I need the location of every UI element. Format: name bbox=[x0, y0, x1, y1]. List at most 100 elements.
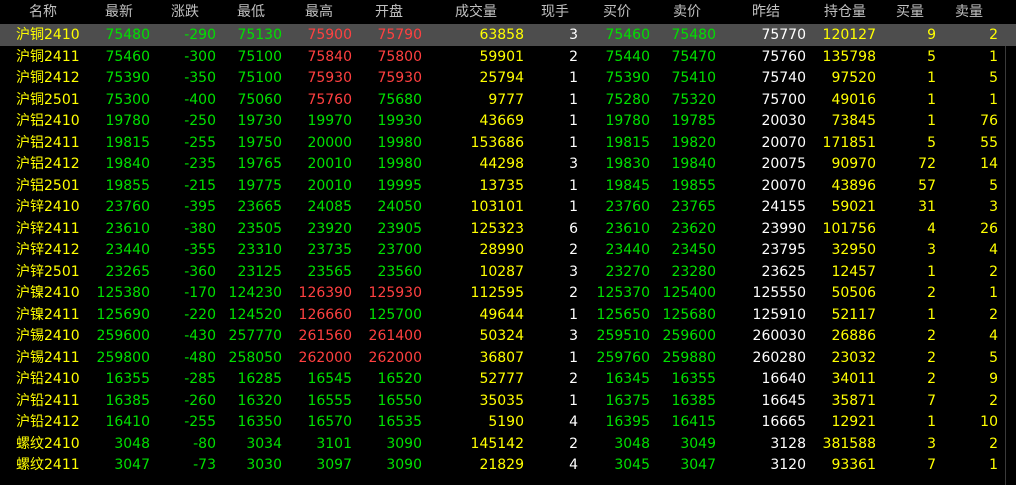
quote-row[interactable]: 沪锡2411 259800 -480 258050 262000 262000 36807 1… bbox=[0, 347, 1016, 369]
cell-prev-settle: 75700 bbox=[761, 91, 806, 108]
cell-last-qty: 2 bbox=[569, 242, 578, 258]
cell-bid-qty: 31 bbox=[918, 199, 936, 215]
col-header-name[interactable]: 名称 bbox=[0, 0, 86, 24]
col-header-ask[interactable]: 卖价 bbox=[652, 0, 722, 24]
quote-row[interactable]: 沪镍2411 125690 -220 124520 126660 125700 49644 1… bbox=[0, 304, 1016, 326]
cell-bid: 23440 bbox=[605, 242, 650, 258]
cell-open-interest: 73845 bbox=[831, 113, 876, 129]
quote-row[interactable]: 沪铅2412 16410 -255 16350 16570 16535 5190 4 16395… bbox=[0, 411, 1016, 433]
cell-prev-settle: 125550 bbox=[752, 285, 806, 301]
cell-low: 23310 bbox=[237, 242, 282, 258]
cell-volume: 9777 bbox=[488, 91, 524, 108]
col-header-volume[interactable]: 成交量 bbox=[424, 0, 528, 24]
quote-row[interactable]: 沪铜2411 75460 -300 75100 75840 75800 59901 2 7544… bbox=[0, 46, 1016, 68]
col-header-last-qty[interactable]: 现手 bbox=[528, 0, 582, 24]
cell-volume: 21829 bbox=[479, 457, 524, 473]
cell-last-qty: 4 bbox=[569, 414, 578, 430]
cell-last: 19780 bbox=[105, 113, 150, 129]
cell-bid-qty: 7 bbox=[927, 392, 936, 409]
quote-row[interactable]: 沪铜2410 75480 -290 75130 75900 75790 63858 3 7546… bbox=[0, 24, 1016, 46]
cell-prev-settle: 23795 bbox=[761, 242, 806, 258]
quote-row[interactable]: 沪锌2410 23760 -395 23665 24085 24050 103101 1 237… bbox=[0, 196, 1016, 218]
col-header-ask-qty[interactable]: 卖量 bbox=[940, 0, 998, 24]
cell-high: 262000 bbox=[298, 349, 352, 366]
cell-last: 259800 bbox=[96, 349, 150, 366]
cell-high: 75930 bbox=[307, 70, 352, 86]
cell-change: -235 bbox=[184, 156, 216, 172]
cell-low: 75100 bbox=[237, 48, 282, 65]
cell-open: 75930 bbox=[377, 70, 422, 86]
quote-row[interactable]: 沪镍2410 125380 -170 124230 126390 125930 112595… bbox=[0, 282, 1016, 304]
col-header-prev-settle[interactable]: 昨结 bbox=[722, 0, 810, 24]
cell-prev-settle: 260030 bbox=[752, 328, 806, 344]
cell-change: -360 bbox=[184, 263, 216, 280]
col-header-bid[interactable]: 买价 bbox=[582, 0, 652, 24]
cell-last-qty: 2 bbox=[569, 285, 578, 301]
col-header-bid-qty[interactable]: 买量 bbox=[880, 0, 940, 24]
quote-row[interactable]: 沪锌2501 23265 -360 23125 23565 23560 10287 3 2327… bbox=[0, 261, 1016, 283]
cell-ask: 16355 bbox=[671, 371, 716, 387]
cell-open: 24050 bbox=[377, 199, 422, 215]
cell-last-qty: 1 bbox=[569, 91, 578, 108]
cell-high: 16570 bbox=[307, 414, 352, 430]
quote-row[interactable]: 沪铝2411 19815 -255 19750 20000 19980 153686 1 198… bbox=[0, 132, 1016, 154]
quote-row[interactable]: 沪铝2410 19780 -250 19730 19970 19930 43669 1 1978… bbox=[0, 110, 1016, 132]
cell-open: 3090 bbox=[386, 457, 422, 473]
col-header-change[interactable]: 涨跌 bbox=[152, 0, 218, 24]
cell-low: 75100 bbox=[237, 70, 282, 86]
cell-name: 沪锌2411 bbox=[16, 220, 80, 237]
cell-ask-qty: 5 bbox=[989, 177, 998, 194]
cell-open: 125700 bbox=[368, 306, 422, 323]
quote-row[interactable]: 沪锌2412 23440 -355 23310 23735 23700 28990 2 2344… bbox=[0, 239, 1016, 261]
quote-row[interactable]: 沪铅2410 16355 -285 16285 16545 16520 52777 2 1634… bbox=[0, 368, 1016, 390]
cell-last-qty: 1 bbox=[569, 113, 578, 129]
cell-volume: 25794 bbox=[479, 70, 524, 86]
col-header-high[interactable]: 最高 bbox=[284, 0, 354, 24]
cell-last-qty: 1 bbox=[569, 349, 578, 366]
quote-row[interactable]: 沪铝2501 19855 -215 19775 20010 19995 13735 1 1984… bbox=[0, 175, 1016, 197]
col-header-last[interactable]: 最新 bbox=[86, 0, 152, 24]
cell-high: 20010 bbox=[307, 156, 352, 172]
col-header-open[interactable]: 开盘 bbox=[354, 0, 424, 24]
cell-ask: 3047 bbox=[680, 457, 716, 473]
col-header-open-interest[interactable]: 持仓量 bbox=[810, 0, 880, 24]
cell-change: -73 bbox=[193, 457, 216, 473]
cell-ask-qty: 10 bbox=[980, 414, 998, 430]
col-header-low[interactable]: 最低 bbox=[218, 0, 284, 24]
cell-bid: 23760 bbox=[605, 199, 650, 215]
cell-open-interest: 32950 bbox=[831, 242, 876, 258]
cell-last: 16355 bbox=[105, 371, 150, 387]
cell-high: 16545 bbox=[307, 371, 352, 387]
cell-change: -400 bbox=[184, 91, 216, 108]
cell-ask: 16415 bbox=[671, 414, 716, 430]
cell-prev-settle: 20070 bbox=[761, 134, 806, 151]
cell-low: 257770 bbox=[228, 328, 282, 344]
quote-row[interactable]: 沪铜2501 75300 -400 75060 75760 75680 9777 1 75280… bbox=[0, 89, 1016, 111]
cell-open: 125930 bbox=[368, 285, 422, 301]
cell-ask-qty: 26 bbox=[980, 220, 998, 237]
quote-row[interactable]: 沪铝2412 19840 -235 19765 20010 19980 44298 3 1983… bbox=[0, 153, 1016, 175]
cell-last: 23610 bbox=[105, 220, 150, 237]
quote-row[interactable]: 螺纹2411 3047 -73 3030 3097 3090 21829 4 3045 3047 3… bbox=[0, 454, 1016, 476]
cell-prev-settle: 125910 bbox=[752, 306, 806, 323]
quote-row[interactable]: 沪铅2411 16385 -260 16320 16555 16550 35035 1 1637… bbox=[0, 390, 1016, 412]
cell-name: 沪铜2410 bbox=[16, 27, 80, 43]
cell-open-interest: 93361 bbox=[831, 457, 876, 473]
cell-ask: 23620 bbox=[671, 220, 716, 237]
cell-open-interest: 35871 bbox=[831, 392, 876, 409]
cell-volume: 49644 bbox=[479, 306, 524, 323]
cell-last-qty: 1 bbox=[569, 199, 578, 215]
cell-last: 19815 bbox=[105, 134, 150, 151]
cell-open-interest: 90970 bbox=[831, 156, 876, 172]
cell-last: 3048 bbox=[114, 435, 150, 452]
quote-row[interactable]: 沪铜2412 75390 -350 75100 75930 75930 25794 1 7539… bbox=[0, 67, 1016, 89]
cell-ask: 3049 bbox=[680, 435, 716, 452]
cell-name: 沪铝2410 bbox=[16, 113, 80, 129]
quote-row[interactable]: 螺纹2410 3048 -80 3034 3101 3090 145142 2 3048 3049… bbox=[0, 433, 1016, 455]
cell-name: 沪铅2412 bbox=[16, 414, 80, 430]
cell-bid-qty: 2 bbox=[927, 349, 936, 366]
cell-low: 3030 bbox=[246, 457, 282, 473]
cell-bid-qty: 1 bbox=[927, 113, 936, 129]
quote-row[interactable]: 沪锌2411 23610 -380 23505 23920 23905 125323 6 236… bbox=[0, 218, 1016, 240]
quote-row[interactable]: 沪锡2410 259600 -430 257770 261560 261400 50324 3… bbox=[0, 325, 1016, 347]
